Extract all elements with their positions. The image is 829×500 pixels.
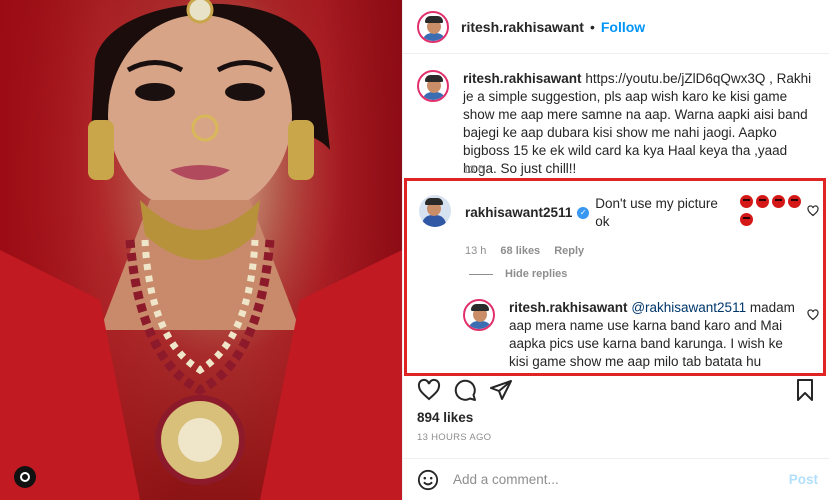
reply-item: ritesh.rakhisawant @rakhisawant2511 mada… bbox=[463, 299, 823, 373]
share-icon[interactable] bbox=[489, 378, 513, 402]
comment-text: Don't use my picture ok bbox=[595, 196, 718, 229]
bookmark-icon[interactable] bbox=[793, 378, 817, 402]
caption: ritesh.rakhisawant https://youtu.be/jZlD… bbox=[417, 70, 817, 178]
post-button[interactable]: Post bbox=[789, 472, 818, 487]
hide-replies-label: Hide replies bbox=[505, 268, 568, 280]
comment-likes[interactable]: 68 likes bbox=[500, 245, 540, 257]
reply-button[interactable]: Reply bbox=[554, 245, 584, 257]
reply-mention[interactable]: @rakhisawant2511 bbox=[631, 300, 746, 315]
caption-avatar[interactable] bbox=[417, 70, 449, 102]
angry-face-icon bbox=[739, 213, 753, 226]
angry-face-icon bbox=[755, 195, 769, 208]
angry-face-icon bbox=[787, 195, 801, 208]
likes-count[interactable]: 894 likes bbox=[417, 410, 473, 425]
angry-face-icon bbox=[771, 195, 785, 208]
follow-button[interactable]: Follow bbox=[601, 19, 645, 35]
user-tag-icon[interactable] bbox=[14, 466, 36, 488]
heart-icon[interactable] bbox=[417, 378, 441, 402]
comment-bar: Post bbox=[403, 458, 829, 500]
hide-replies-toggle[interactable]: Hide replies bbox=[469, 268, 567, 280]
angry-face-icon bbox=[739, 195, 753, 208]
comment-icon[interactable] bbox=[453, 378, 477, 402]
photo-illustration bbox=[0, 0, 402, 500]
comment-input[interactable] bbox=[453, 472, 753, 487]
verified-badge-icon: ✓ bbox=[577, 207, 590, 219]
caption-time[interactable]: 13 h bbox=[463, 164, 484, 176]
reply-like-heart-icon[interactable] bbox=[807, 309, 819, 321]
comment-meta: 13 h 68 likes Reply bbox=[465, 245, 819, 257]
comment-like-heart-icon[interactable] bbox=[807, 205, 819, 217]
comment-time[interactable]: 13 h bbox=[465, 245, 486, 257]
caption-text-block: ritesh.rakhisawant https://youtu.be/jZlD… bbox=[463, 70, 813, 178]
separator-dot: • bbox=[589, 18, 595, 35]
caption-text: https://youtu.be/jZlD6qQwx3Q , Rakhi je … bbox=[463, 71, 812, 176]
comment-item: rakhisawant2511 ✓ Don't use my picture o… bbox=[419, 195, 819, 257]
highlighted-comment-thread: rakhisawant2511 ✓ Don't use my picture o… bbox=[404, 178, 826, 376]
reply-username[interactable]: ritesh.rakhisawant bbox=[509, 300, 628, 315]
commenter-avatar[interactable] bbox=[419, 195, 451, 227]
reply-avatar[interactable] bbox=[463, 299, 495, 331]
post-header: ritesh.rakhisawant • Follow bbox=[403, 0, 829, 54]
post-photo[interactable] bbox=[0, 0, 402, 500]
post-time: 13 HOURS AGO bbox=[417, 432, 492, 443]
author-avatar[interactable] bbox=[417, 10, 449, 43]
author-username[interactable]: ritesh.rakhisawant bbox=[461, 19, 584, 35]
action-bar bbox=[417, 378, 817, 406]
emoji-icon[interactable] bbox=[417, 469, 439, 491]
commenter-username[interactable]: rakhisawant2511 bbox=[465, 204, 572, 222]
hide-replies-line bbox=[469, 273, 493, 275]
caption-author[interactable]: ritesh.rakhisawant bbox=[463, 71, 582, 86]
